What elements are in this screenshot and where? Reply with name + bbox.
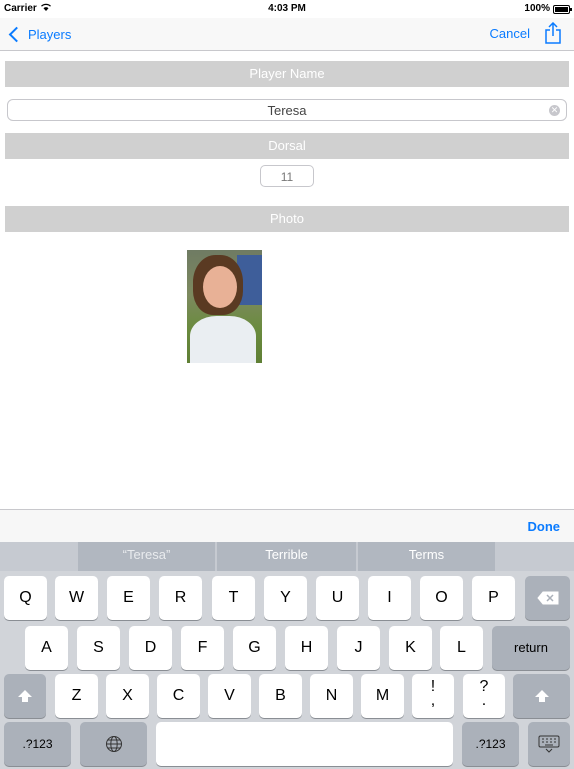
- key-question-period[interactable]: ? .: [463, 674, 505, 718]
- globe-key[interactable]: [80, 722, 147, 766]
- done-button[interactable]: Done: [528, 519, 561, 534]
- key-h[interactable]: H: [285, 626, 328, 670]
- key-g[interactable]: G: [233, 626, 276, 670]
- clear-text-icon[interactable]: ✕: [549, 105, 560, 116]
- navigation-bar: Players Cancel: [0, 18, 574, 51]
- key-y[interactable]: Y: [264, 576, 307, 620]
- player-name-field[interactable]: Teresa ✕: [7, 99, 567, 121]
- back-button-label: Players: [28, 26, 72, 42]
- chevron-left-icon: [8, 26, 25, 42]
- keyboard-dismiss-icon: [538, 735, 560, 753]
- back-button[interactable]: Players: [8, 23, 71, 45]
- return-key[interactable]: return: [492, 626, 570, 670]
- predictive-bar: “Teresa” Terrible Terms: [0, 542, 574, 571]
- numbers-key-right[interactable]: .?123: [462, 722, 519, 766]
- key-w[interactable]: W: [55, 576, 98, 620]
- status-time: 4:03 PM: [268, 3, 306, 14]
- shift-icon: [18, 689, 32, 702]
- key-c[interactable]: C: [157, 674, 200, 718]
- key-z[interactable]: Z: [55, 674, 98, 718]
- keyboard: “Teresa” Terrible Terms Q W E R T Y U I …: [0, 542, 574, 769]
- status-bar: Carrier 4:03 PM 100%: [0, 0, 574, 18]
- shift-key-right[interactable]: [513, 674, 570, 718]
- key-v[interactable]: V: [208, 674, 251, 718]
- battery-percent: 100%: [524, 3, 550, 14]
- photo-header: Photo: [5, 206, 569, 232]
- shift-key-left[interactable]: [4, 674, 46, 718]
- player-name-value: Teresa: [267, 103, 307, 118]
- key-j[interactable]: J: [337, 626, 380, 670]
- key-o[interactable]: O: [420, 576, 463, 620]
- key-a[interactable]: A: [25, 626, 68, 670]
- cancel-button[interactable]: Cancel: [490, 26, 530, 41]
- backspace-icon: [536, 591, 558, 605]
- key-exclaim-comma[interactable]: ! ,: [412, 674, 454, 718]
- space-bar[interactable]: [156, 722, 453, 766]
- key-f[interactable]: F: [181, 626, 224, 670]
- shift-icon: [534, 689, 549, 702]
- key-e[interactable]: E: [107, 576, 150, 620]
- suggestion-2[interactable]: Terrible: [217, 542, 356, 571]
- key-r[interactable]: R: [159, 576, 202, 620]
- keyboard-accessory-bar: Done: [0, 509, 574, 543]
- hide-keyboard-key[interactable]: [528, 722, 570, 766]
- key-t[interactable]: T: [212, 576, 255, 620]
- key-p[interactable]: P: [472, 576, 515, 620]
- delete-key[interactable]: [525, 576, 570, 620]
- key-q[interactable]: Q: [4, 576, 47, 620]
- key-u[interactable]: U: [316, 576, 359, 620]
- battery-icon: [553, 5, 572, 14]
- key-k[interactable]: K: [389, 626, 432, 670]
- player-photo[interactable]: [187, 250, 262, 363]
- player-name-header: Player Name: [5, 61, 569, 87]
- suggestion-3[interactable]: Terms: [358, 542, 495, 571]
- key-n[interactable]: N: [310, 674, 353, 718]
- key-d[interactable]: D: [129, 626, 172, 670]
- key-b[interactable]: B: [259, 674, 302, 718]
- globe-icon: [105, 735, 122, 752]
- key-m[interactable]: M: [361, 674, 404, 718]
- numbers-key-left[interactable]: .?123: [4, 722, 71, 766]
- suggestion-1[interactable]: “Teresa”: [78, 542, 215, 571]
- dorsal-header: Dorsal: [5, 133, 569, 159]
- key-i[interactable]: I: [368, 576, 411, 620]
- share-icon[interactable]: [544, 21, 562, 44]
- key-l[interactable]: L: [440, 626, 483, 670]
- key-x[interactable]: X: [106, 674, 149, 718]
- dorsal-field[interactable]: 11: [260, 165, 314, 187]
- key-s[interactable]: S: [77, 626, 120, 670]
